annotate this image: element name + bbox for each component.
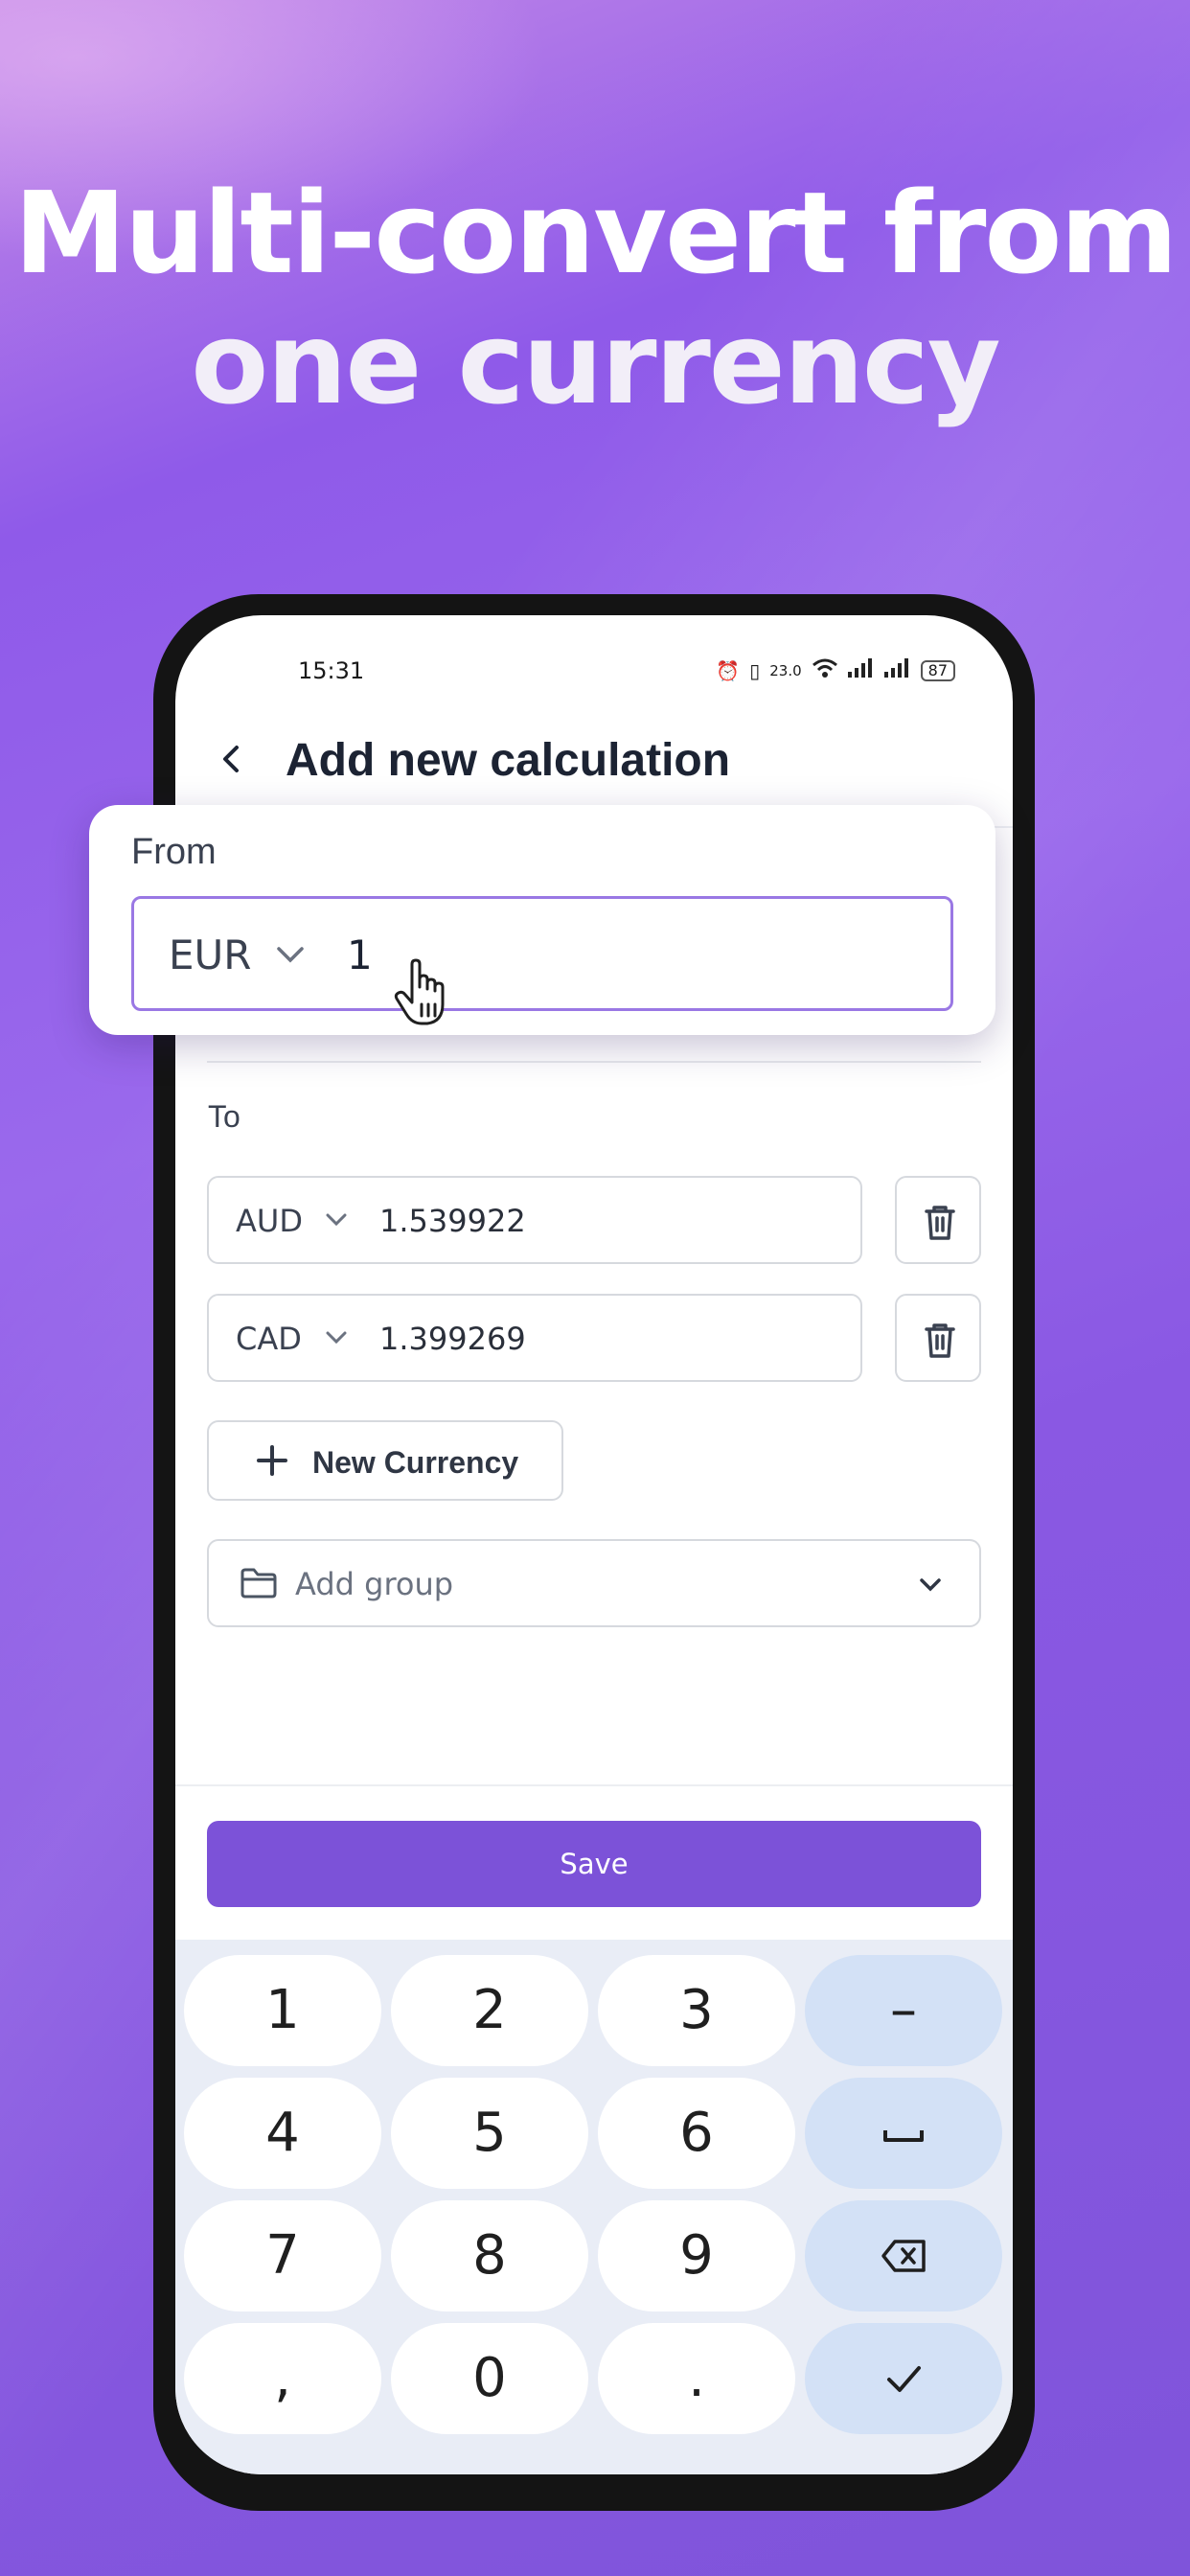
chevron-down-icon[interactable] xyxy=(271,935,309,974)
key-6[interactable]: 6 xyxy=(598,2078,795,2189)
key-3[interactable]: 3 xyxy=(598,1955,795,2066)
trash-icon xyxy=(925,1206,955,1240)
to-row: CAD 1.399269 xyxy=(207,1294,981,1382)
wifi-icon xyxy=(812,657,838,683)
net-speed: 23.0 xyxy=(769,661,802,679)
save-button[interactable]: Save xyxy=(207,1821,981,1907)
status-time: 15:31 xyxy=(298,657,365,684)
to-currency-field[interactable]: CAD 1.399269 xyxy=(207,1294,862,1382)
from-card: From EUR 1 xyxy=(89,805,995,1035)
key-minus[interactable]: – xyxy=(805,1955,1002,2066)
from-amount-field[interactable]: EUR 1 xyxy=(131,896,953,1011)
from-currency-code[interactable]: EUR xyxy=(169,932,251,978)
checkmark-icon xyxy=(887,2366,921,2392)
to-currency-code[interactable]: CAD xyxy=(236,1321,302,1357)
numeric-keypad: 1 2 3 – 4 5 6 7 8 9 , 0 . xyxy=(175,1940,1013,2474)
to-currency-field[interactable]: AUD 1.539922 xyxy=(207,1176,862,1264)
vibrate-icon: ▯ xyxy=(749,658,761,682)
delete-currency-button[interactable] xyxy=(895,1294,981,1382)
backspace-icon xyxy=(881,2240,926,2272)
plus-icon xyxy=(257,1445,287,1476)
status-icons: ⏰ ▯ 23.0 87 xyxy=(716,657,955,683)
footer-divider xyxy=(175,1784,1013,1786)
headline-line-1: Multi-convert from xyxy=(13,167,1179,299)
key-1[interactable]: 1 xyxy=(184,1955,381,2066)
from-amount-value[interactable]: 1 xyxy=(347,932,373,978)
to-currency-value: 1.539922 xyxy=(379,1203,526,1239)
battery-indicator: 87 xyxy=(920,659,955,681)
headline-line-2: one currency xyxy=(191,297,1000,429)
app-bar: Add new calculation xyxy=(175,721,1013,797)
signal-icon-1 xyxy=(847,658,875,682)
add-group-select[interactable]: Add group xyxy=(207,1539,981,1627)
trash-icon xyxy=(925,1323,955,1358)
key-8[interactable]: 8 xyxy=(391,2200,588,2312)
promo-headline: Multi-convert from one currency xyxy=(0,168,1190,428)
key-done[interactable] xyxy=(805,2323,1002,2434)
to-label: To xyxy=(208,1099,240,1134)
key-2[interactable]: 2 xyxy=(391,1955,588,2066)
key-comma[interactable]: , xyxy=(184,2323,381,2434)
status-bar: 15:31 ⏰ ▯ 23.0 87 xyxy=(175,652,1013,690)
key-7[interactable]: 7 xyxy=(184,2200,381,2312)
signal-icon-2 xyxy=(883,658,911,682)
delete-currency-button[interactable] xyxy=(895,1176,981,1264)
chevron-down-icon xyxy=(920,1578,941,1592)
hand-pointer-icon xyxy=(394,958,445,1025)
alarm-icon: ⏰ xyxy=(716,658,741,682)
key-0[interactable]: 0 xyxy=(391,2323,588,2434)
key-5[interactable]: 5 xyxy=(391,2078,588,2189)
section-divider xyxy=(207,1061,981,1063)
key-9[interactable]: 9 xyxy=(598,2200,795,2312)
from-label: From xyxy=(131,832,217,872)
new-currency-label: New Currency xyxy=(312,1445,519,1480)
new-currency-button[interactable]: New Currency xyxy=(207,1420,563,1501)
to-row: AUD 1.539922 xyxy=(207,1176,981,1264)
folder-icon xyxy=(240,1568,277,1598)
to-currency-code[interactable]: AUD xyxy=(236,1203,303,1239)
add-group-placeholder: Add group xyxy=(295,1566,454,1602)
chevron-down-icon[interactable] xyxy=(322,1322,351,1351)
to-currency-value: 1.399269 xyxy=(379,1321,526,1357)
space-bar-icon xyxy=(883,2130,924,2142)
key-backspace[interactable] xyxy=(805,2200,1002,2312)
chevron-down-icon[interactable] xyxy=(322,1205,351,1233)
back-arrow-icon[interactable] xyxy=(214,740,252,778)
page-title: Add new calculation xyxy=(286,735,731,786)
key-dot[interactable]: . xyxy=(598,2323,795,2434)
key-space[interactable] xyxy=(805,2078,1002,2189)
key-4[interactable]: 4 xyxy=(184,2078,381,2189)
